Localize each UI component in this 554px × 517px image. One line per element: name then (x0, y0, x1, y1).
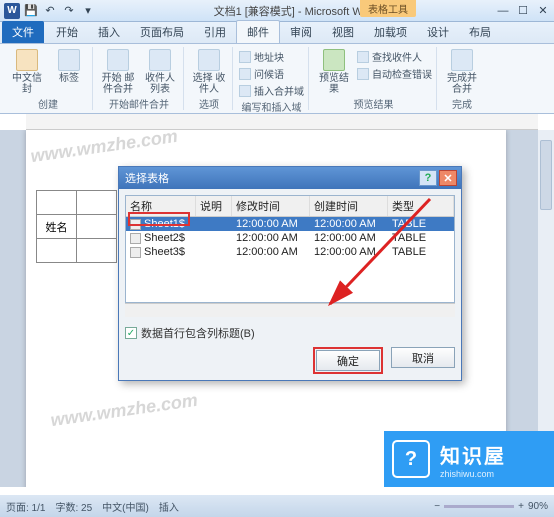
finish-icon (451, 49, 473, 71)
recipients-button[interactable]: 收件人列表 (141, 49, 179, 95)
file-tab[interactable]: 文件 (2, 21, 44, 43)
zoom-level[interactable]: 90% (528, 501, 548, 512)
zoom-out-icon[interactable]: − (434, 501, 440, 512)
tab-design[interactable]: 设计 (417, 21, 459, 43)
help-icon[interactable]: ? (419, 170, 437, 186)
labels-icon (58, 49, 80, 71)
redo-icon[interactable]: ↷ (61, 3, 77, 19)
window-title: 文档1 [兼容模式] - Microsoft Word (100, 3, 492, 19)
select-icon (198, 49, 220, 71)
status-bar: 页面: 1/1 字数: 25 中文(中国) 插入 − + 90% (0, 495, 554, 517)
merge-icon (107, 49, 129, 71)
select-recipients-button[interactable]: 选择 收件人 (190, 49, 228, 95)
tab-review[interactable]: 审阅 (280, 21, 322, 43)
minimize-icon[interactable]: — (496, 4, 510, 18)
title-bar: W 💾 ↶ ↷ ▾ 文档1 [兼容模式] - Microsoft Word — … (0, 0, 554, 22)
greeting-icon (239, 68, 251, 80)
finish-merge-button[interactable]: 完成并合并 (443, 49, 481, 95)
list-item[interactable]: Sheet2$ 12:00:00 AM 12:00:00 AM TABLE (126, 231, 454, 245)
preview-button[interactable]: 预览结果 (315, 49, 353, 95)
list-item[interactable]: Sheet1$ 12:00:00 AM 12:00:00 AM TABLE (126, 217, 454, 231)
undo-icon[interactable]: ↶ (42, 3, 58, 19)
select-table-dialog: 选择表格 ? ✕ 名称 说明 修改时间 创建时间 类型 Sheet1$ 12:0… (118, 166, 462, 381)
tab-insert[interactable]: 插入 (88, 21, 130, 43)
tab-home[interactable]: 开始 (46, 21, 88, 43)
address-block-button[interactable]: 地址块 (239, 49, 304, 64)
question-icon: ? (392, 440, 430, 478)
sheet-icon (130, 247, 141, 258)
auto-check-button[interactable]: 自动检查错误 (357, 66, 432, 81)
address-icon (239, 51, 251, 63)
tab-mailings[interactable]: 邮件 (236, 20, 280, 43)
list-h-scrollbar[interactable] (125, 303, 455, 317)
tab-addins[interactable]: 加载项 (364, 21, 417, 43)
ok-button[interactable]: 确定 (316, 350, 380, 371)
people-icon (149, 49, 171, 71)
status-words[interactable]: 字数: 25 (55, 499, 92, 514)
check-icon (357, 68, 369, 80)
envelope-icon (16, 49, 38, 71)
ribbon-tabs: 文件 开始 插入 页面布局 引用 邮件 审阅 视图 加载项 设计 布局 (0, 22, 554, 44)
list-item[interactable]: Sheet3$ 12:00:00 AM 12:00:00 AM TABLE (126, 245, 454, 259)
ribbon-group-start: 开始 邮件合并 收件人列表 开始邮件合并 (95, 47, 184, 110)
tab-layout[interactable]: 页面布局 (130, 21, 194, 43)
quick-access-toolbar: W 💾 ↶ ↷ ▾ (4, 3, 96, 19)
status-insert[interactable]: 插入 (159, 499, 179, 514)
zoom-slider[interactable] (444, 505, 514, 508)
highlight-annotation: 确定 (313, 347, 383, 374)
tab-view[interactable]: 视图 (322, 21, 364, 43)
ribbon: 中文信封 标签 创建 开始 邮件合并 收件人列表 开始邮件合并 选择 收件人 选… (0, 44, 554, 114)
ribbon-group-finish: 完成并合并 完成 (439, 47, 485, 110)
zoom-in-icon[interactable]: + (518, 501, 524, 512)
ribbon-group-preview: 预览结果 查找收件人 自动检查错误 预览结果 (311, 47, 437, 110)
cell-name[interactable]: 姓名 (37, 215, 77, 239)
field-icon (239, 85, 251, 97)
checkbox-label: 数据首行包含列标题(B) (141, 325, 255, 341)
cancel-button[interactable]: 取消 (391, 347, 455, 368)
document-table[interactable]: 姓名 (36, 190, 117, 263)
qat-more-icon[interactable]: ▾ (80, 3, 96, 19)
site-logo: ? 知识屋 zhishiwu.com (384, 431, 554, 487)
maximize-icon[interactable]: ☐ (516, 4, 530, 18)
close-icon[interactable]: ✕ (536, 4, 550, 18)
list-header: 名称 说明 修改时间 创建时间 类型 (126, 196, 454, 217)
first-row-header-checkbox[interactable]: ✓ (125, 327, 137, 339)
ribbon-group-create: 中文信封 标签 创建 (4, 47, 93, 110)
greeting-button[interactable]: 问候语 (239, 66, 304, 81)
context-tab: 表格工具 (360, 0, 416, 17)
tab-references[interactable]: 引用 (194, 21, 236, 43)
find-recipient-button[interactable]: 查找收件人 (357, 49, 432, 64)
tab-tlayout[interactable]: 布局 (459, 21, 501, 43)
insert-field-button[interactable]: 插入合并域 (239, 83, 304, 98)
preview-icon (323, 49, 345, 71)
save-icon[interactable]: 💾 (23, 3, 39, 19)
find-icon (357, 51, 369, 63)
ribbon-group-options: 选择 收件人 选项 (186, 47, 233, 110)
dialog-title: 选择表格 (123, 170, 419, 186)
envelope-button[interactable]: 中文信封 (8, 49, 46, 95)
status-lang[interactable]: 中文(中国) (102, 499, 149, 514)
sheet-icon (130, 233, 141, 244)
dialog-titlebar[interactable]: 选择表格 ? ✕ (119, 167, 461, 189)
labels-button[interactable]: 标签 (50, 49, 88, 84)
ruler[interactable] (26, 114, 538, 130)
start-merge-button[interactable]: 开始 邮件合并 (99, 49, 137, 95)
ribbon-group-write: 地址块 问候语 插入合并域 编写和插入域 (235, 47, 309, 110)
table-list[interactable]: 名称 说明 修改时间 创建时间 类型 Sheet1$ 12:00:00 AM 1… (125, 195, 455, 303)
word-icon: W (4, 3, 20, 19)
scroll-thumb[interactable] (540, 140, 552, 210)
status-page[interactable]: 页面: 1/1 (6, 499, 45, 514)
dialog-close-icon[interactable]: ✕ (439, 170, 457, 186)
sheet-icon (130, 219, 141, 230)
